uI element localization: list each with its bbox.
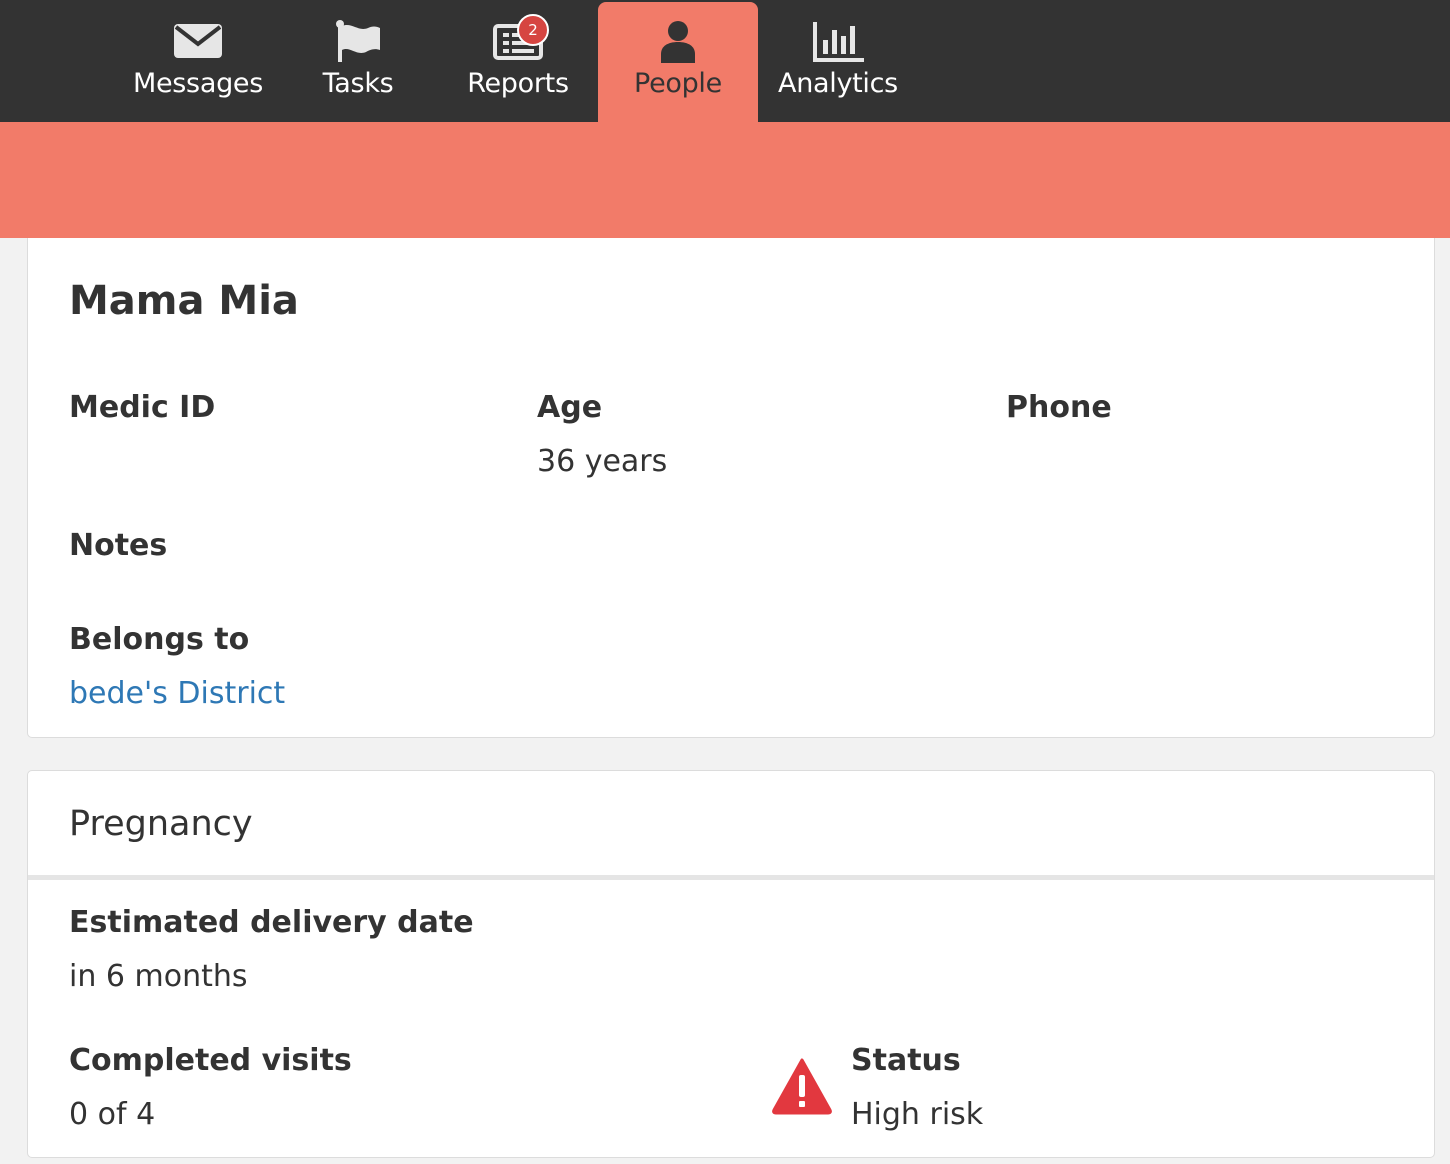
tab-people[interactable]: People [598, 2, 758, 122]
person-name: Mama Mia [69, 278, 299, 324]
tab-messages[interactable]: Messages [118, 2, 278, 122]
tab-analytics-label: Analytics [778, 68, 898, 99]
phone-label: Phone [1006, 390, 1112, 425]
tab-reports-label: Reports [467, 68, 569, 99]
top-nav: Messages Tasks 2 Reports People Analytic… [0, 0, 1450, 122]
completed-visits-value: 0 of 4 [69, 1097, 156, 1132]
age-value: 36 years [537, 444, 668, 479]
status-value: High risk [851, 1097, 984, 1132]
bar-chart-icon [808, 20, 868, 66]
pregnancy-card-title: Pregnancy [69, 804, 253, 844]
age-label: Age [537, 390, 603, 425]
tab-tasks-label: Tasks [322, 68, 394, 99]
completed-visits-label: Completed visits [69, 1043, 352, 1078]
edd-value: in 6 months [69, 959, 248, 994]
envelope-icon [168, 20, 228, 66]
belongs-to-label: Belongs to [69, 622, 250, 657]
tab-people-label: People [634, 68, 722, 99]
card-divider [28, 875, 1434, 880]
tab-messages-label: Messages [132, 68, 263, 99]
tab-analytics[interactable]: Analytics [758, 2, 918, 122]
person-icon [648, 20, 708, 66]
tab-reports[interactable]: 2 Reports [438, 2, 598, 122]
edd-label: Estimated delivery date [69, 905, 474, 940]
notes-label: Notes [69, 528, 168, 563]
status-label: Status [851, 1043, 961, 1078]
warning-triangle-icon [771, 1057, 833, 1115]
pregnancy-card: Pregnancy Estimated delivery date in 6 m… [27, 770, 1435, 1158]
belongs-to-link[interactable]: bede's District [69, 674, 285, 714]
flag-icon [328, 20, 388, 66]
medic-id-label: Medic ID [69, 390, 216, 425]
reports-badge: 2 [517, 14, 549, 46]
header-band [0, 122, 1450, 238]
person-summary-card: Mama Mia Medic ID Age 36 years Phone Not… [27, 238, 1435, 738]
tab-tasks[interactable]: Tasks [278, 2, 438, 122]
